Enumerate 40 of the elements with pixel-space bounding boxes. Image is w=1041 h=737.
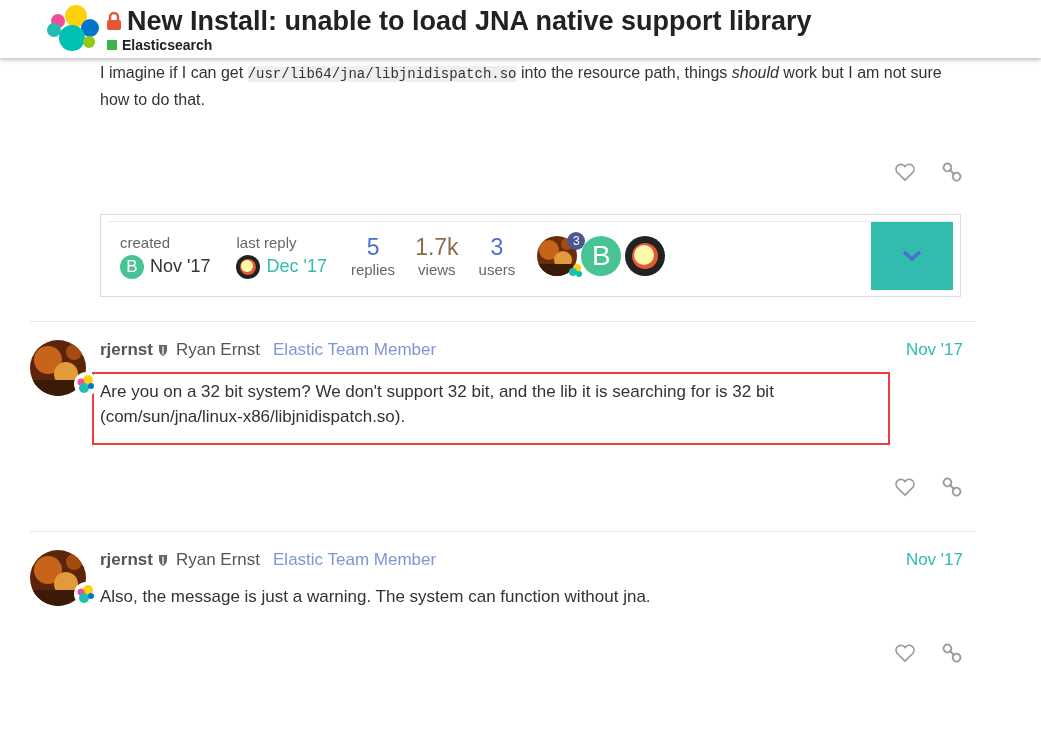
user-avatar[interactable]: B <box>581 236 622 276</box>
username[interactable]: rjernst <box>100 340 153 360</box>
post-date[interactable]: Nov '17 <box>905 550 976 570</box>
like-heart-icon[interactable] <box>894 643 916 663</box>
full-name: Ryan Ernst <box>175 340 260 360</box>
created-label: created <box>120 233 172 251</box>
created-date: Nov '17 <box>150 256 211 277</box>
last-reply-label: last reply <box>236 233 298 251</box>
chevron-icon <box>902 250 922 262</box>
like-heart-icon[interactable] <box>894 162 916 182</box>
logo-icon[interactable] <box>46 4 100 54</box>
post-text: (com/sun/jna/linux-x86/libjnidispatch.so). <box>100 406 407 428</box>
full-name: Ryan Ernst <box>175 550 260 570</box>
category-link[interactable]: Elasticsearch <box>122 37 213 53</box>
post-count-badge: 3 <box>567 232 586 250</box>
link-icon[interactable] <box>942 643 962 663</box>
topic-title[interactable]: New Install: unable to load JNA native support library <box>127 5 812 37</box>
stat-number: 5 <box>366 234 380 261</box>
link-icon[interactable] <box>942 477 962 497</box>
stat-label: users <box>478 261 516 278</box>
user-title: Elastic Team Member <box>273 340 437 360</box>
post-date[interactable]: Nov '17 <box>905 340 976 360</box>
username[interactable]: rjernst <box>100 550 153 570</box>
post-text: I imagine if I can get /usr/lib64/jna/libjnidispatch.so into the resource path, things should work but I am not sure how to do that. <box>100 63 943 110</box>
stat-label: views <box>418 261 456 278</box>
stat-label: replies <box>350 261 396 278</box>
post-text: Also, the message is just a warning. The system can function without jna. <box>100 586 652 608</box>
last-reply-date[interactable]: Dec '17 <box>266 256 327 277</box>
speech-bubble-avatar-icon[interactable] <box>625 236 666 276</box>
speech-bubble-avatar-icon[interactable] <box>236 254 261 279</box>
post-text: Are you on a 32 bit system? We don't support 32 bit, and the lib it is searching for is 32 bit <box>100 381 775 403</box>
user-title: Elastic Team Member <box>273 550 437 570</box>
stat-number: 3 <box>490 234 504 261</box>
elastic-flair-icon <box>569 264 584 278</box>
stat-number: 1.7k <box>415 234 459 261</box>
link-icon[interactable] <box>942 162 962 182</box>
like-heart-icon[interactable] <box>894 477 916 497</box>
shield-icon <box>157 344 168 356</box>
shield-icon <box>157 554 168 566</box>
user-avatar[interactable]: B <box>120 254 144 279</box>
